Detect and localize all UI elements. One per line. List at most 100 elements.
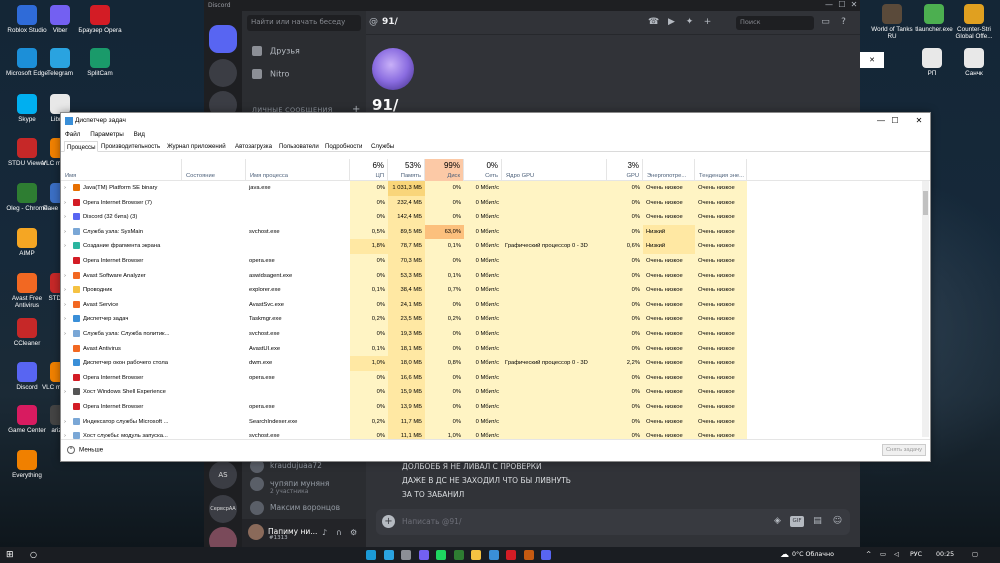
desktop-icon[interactable]: Санчк bbox=[952, 48, 996, 77]
search-icon[interactable]: ○ bbox=[30, 550, 39, 559]
server-icon-as[interactable]: АS bbox=[209, 461, 237, 489]
table-row[interactable]: › Создание фрагмента экрана 1,8% 78,7 МБ 0,1… bbox=[61, 239, 924, 254]
col-memory[interactable]: 53% Память bbox=[388, 159, 425, 181]
col-status[interactable]: Состояние bbox=[182, 159, 246, 181]
taskbar-app-icon[interactable] bbox=[541, 550, 551, 560]
minimize-icon[interactable]: — bbox=[824, 0, 834, 9]
tab-5[interactable]: Подробности bbox=[323, 141, 364, 152]
server-icon-serv[interactable]: СервсрАА bbox=[209, 495, 237, 523]
col-power[interactable]: Энергопотре... bbox=[643, 159, 695, 181]
table-row[interactable]: Opera Internet Browser opera.exe 0% 16,6 МБ… bbox=[61, 370, 924, 386]
popup-close-button[interactable]: ✕ bbox=[860, 52, 884, 68]
col-power-trend[interactable]: Тенденция эне... bbox=[695, 159, 747, 181]
expand-chevron-icon[interactable]: › bbox=[64, 225, 70, 240]
expand-chevron-icon[interactable]: › bbox=[64, 415, 70, 430]
table-row[interactable]: Opera Internet Browser opera.exe 0% 13,9 МБ… bbox=[61, 400, 924, 415]
table-row[interactable]: › Java(TM) Platform SE binary java.exe 0% 1 … bbox=[61, 181, 924, 196]
vertical-scrollbar[interactable] bbox=[922, 181, 929, 437]
expand-chevron-icon[interactable]: › bbox=[64, 327, 70, 342]
dm-item[interactable]: Максим воронцов bbox=[250, 501, 340, 515]
pin-icon[interactable]: ✦ bbox=[684, 17, 695, 28]
desktop-icon[interactable]: tlauncher.exe bbox=[912, 4, 956, 33]
table-row[interactable]: › Диспетчер задач Taskmgr.exe 0,2% 23,5 МБ 0,… bbox=[61, 312, 924, 327]
col-gpu-engine[interactable]: Ядро GPU bbox=[502, 159, 607, 181]
expand-chevron-icon[interactable]: › bbox=[64, 239, 70, 254]
expand-chevron-icon[interactable]: › bbox=[64, 283, 70, 298]
col-name[interactable]: Имя bbox=[61, 159, 182, 181]
desktop-icon[interactable]: РП bbox=[910, 48, 954, 77]
menu-view[interactable]: Вид bbox=[134, 131, 145, 138]
expand-chevron-icon[interactable]: › bbox=[64, 196, 70, 211]
headphones-icon[interactable]: ∩ bbox=[336, 528, 345, 537]
col-network[interactable]: 0% Сеть bbox=[464, 159, 502, 181]
expand-chevron-icon[interactable]: › bbox=[64, 181, 70, 196]
col-gpu[interactable]: 3% GPU bbox=[607, 159, 643, 181]
taskbar-app-icon[interactable] bbox=[366, 550, 376, 560]
col-process[interactable]: Имя процесса bbox=[246, 159, 350, 181]
tab-0[interactable]: Процессы bbox=[64, 141, 99, 152]
table-row[interactable]: › Хост Windows Shell Experience 0% 15,9 МБ 0… bbox=[61, 385, 924, 400]
server-icon[interactable] bbox=[209, 59, 237, 87]
table-row[interactable]: › Opera Internet Browser (7) 0% 232,4 МБ 0% 0… bbox=[61, 195, 924, 211]
col-cpu[interactable]: 6% ЦП bbox=[350, 159, 388, 181]
taskbar-app-icon[interactable] bbox=[523, 550, 534, 560]
maximize-icon[interactable]: ☐ bbox=[883, 113, 907, 129]
maximize-icon[interactable]: ☐ bbox=[837, 0, 847, 9]
gif-icon[interactable]: GIF bbox=[790, 516, 804, 527]
tab-1[interactable]: Производительность bbox=[99, 141, 162, 152]
nav-nitro[interactable]: Nitro bbox=[252, 69, 289, 79]
tab-3[interactable]: Автозагрузка bbox=[233, 141, 274, 152]
end-task-button[interactable]: Снять задачу bbox=[882, 444, 926, 456]
taskbar-app-icon[interactable] bbox=[506, 550, 516, 560]
expand-chevron-icon[interactable]: › bbox=[64, 269, 70, 284]
desktop-icon[interactable]: World of Tanks RU bbox=[870, 4, 914, 40]
gift-icon[interactable]: ◈ bbox=[772, 516, 783, 527]
windows-start-icon[interactable]: ⊞ bbox=[6, 550, 16, 560]
volume-icon[interactable]: ◁ bbox=[894, 547, 899, 563]
desktop-icon[interactable]: Telegram bbox=[38, 48, 82, 77]
table-row[interactable]: › Индексатор службы Microsoft ... SearchIn… bbox=[61, 414, 924, 430]
keyboard-language[interactable]: РУС bbox=[910, 547, 922, 563]
close-icon[interactable]: ✕ bbox=[849, 0, 859, 9]
taskbar-app-icon[interactable] bbox=[453, 550, 464, 560]
table-row[interactable]: › Служба узла: Служба политик... svchost.e… bbox=[61, 327, 924, 342]
table-row[interactable]: › Avast Service AvastSvc.exe 0% 24,1 МБ 0% 0 М… bbox=[61, 297, 924, 313]
col-disk[interactable]: 99% Диск bbox=[425, 159, 464, 181]
dm-item[interactable]: чупяпи муняня 2 участника bbox=[250, 477, 329, 495]
taskbar-app-icon[interactable] bbox=[488, 550, 499, 560]
message-input[interactable]: + Написать @91/ ◈ GIF ▤ ☺ bbox=[376, 509, 850, 535]
taskbar-app-icon[interactable] bbox=[401, 550, 411, 560]
call-icon[interactable]: ☎ bbox=[648, 17, 659, 28]
desktop-icon[interactable]: CCleaner bbox=[5, 318, 49, 347]
dm-search-input[interactable]: Найти или начать беседу bbox=[247, 15, 361, 31]
tab-6[interactable]: Службы bbox=[369, 141, 396, 152]
table-row[interactable]: Opera Internet Browser opera.exe 0% 70,3 МБ… bbox=[61, 254, 924, 269]
microphone-icon[interactable]: ♪ bbox=[322, 528, 331, 537]
fewer-details-button[interactable]: ^ Меньше bbox=[67, 446, 103, 454]
scrollbar-thumb[interactable] bbox=[923, 191, 928, 215]
gear-icon[interactable]: ⚙ bbox=[350, 528, 359, 537]
desktop-icon[interactable]: Everything bbox=[5, 450, 49, 479]
attach-plus-icon[interactable]: + bbox=[382, 515, 395, 528]
desktop-icon[interactable]: Counter-Stri Global Offe... bbox=[952, 4, 996, 40]
sticker-icon[interactable]: ▤ bbox=[812, 516, 823, 527]
expand-chevron-icon[interactable]: › bbox=[64, 298, 70, 313]
table-row[interactable]: Avast Antivirus AvastUI.exe 0,1% 18,1 МБ 0% 0… bbox=[61, 341, 924, 357]
menu-options[interactable]: Параметры bbox=[90, 131, 124, 138]
weather-icon[interactable]: ☁ bbox=[780, 547, 789, 563]
expand-chevron-icon[interactable]: › bbox=[64, 312, 70, 327]
help-icon[interactable]: ? bbox=[838, 17, 849, 28]
clock[interactable]: 00:25 bbox=[936, 547, 954, 563]
table-row[interactable]: › Avast Software Analyzer aswidsagent.exe 0… bbox=[61, 268, 924, 284]
video-icon[interactable]: ▶ bbox=[666, 17, 677, 28]
expand-chevron-icon[interactable]: › bbox=[64, 210, 70, 225]
taskbar-app-icon[interactable] bbox=[383, 550, 394, 560]
expand-chevron-icon[interactable]: › bbox=[64, 429, 70, 439]
discord-home-button[interactable] bbox=[209, 25, 237, 53]
header-search-input[interactable]: Поиск bbox=[736, 16, 814, 30]
desktop-icon[interactable]: SplitCam bbox=[78, 48, 122, 77]
taskbar-app-icon[interactable] bbox=[418, 550, 429, 560]
inbox-icon[interactable]: ▭ bbox=[820, 17, 831, 28]
user-avatar[interactable] bbox=[248, 524, 264, 540]
taskbar-app-icon[interactable] bbox=[436, 550, 446, 560]
